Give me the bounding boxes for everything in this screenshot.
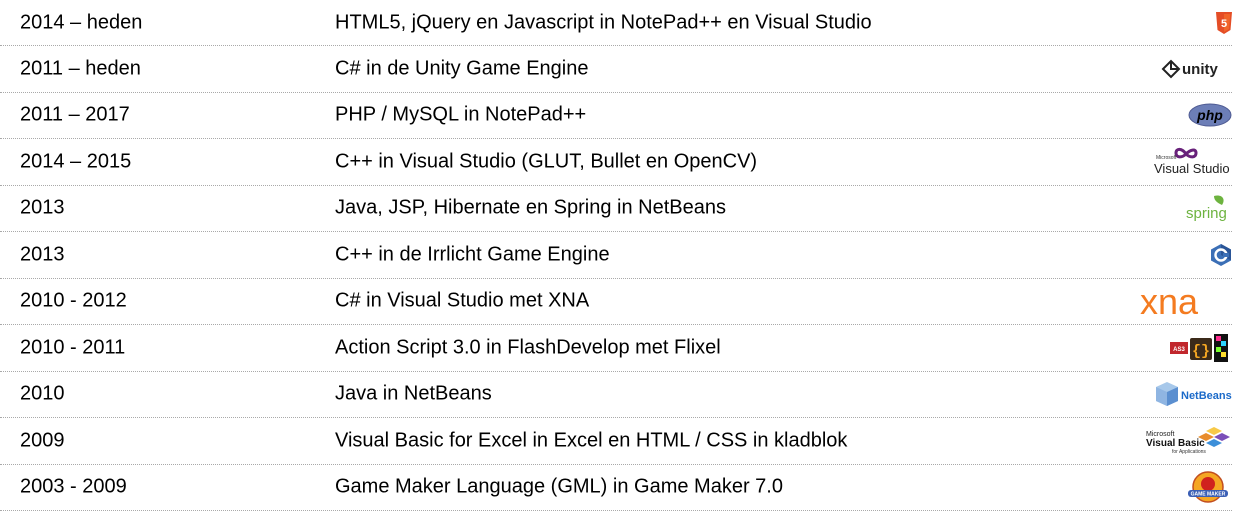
description-cell: C++ in Visual Studio (GLUT, Bullet en Op… (335, 150, 758, 173)
table-row: 2010 - 2012 C# in Visual Studio met XNA … (0, 279, 1232, 325)
table-row: 2010 - 2011 Action Script 3.0 in FlashDe… (0, 325, 1232, 372)
description-cell: PHP / MySQL in NotePad++ (335, 103, 587, 126)
table-row: 2014 – heden HTML5, jQuery en Javascript… (0, 0, 1232, 46)
description-cell: C# in Visual Studio met XNA (335, 289, 590, 312)
cpp-icon (1122, 232, 1232, 278)
svg-text:Visual Basic: Visual Basic (1146, 438, 1205, 449)
spring-logo: spring (1122, 186, 1232, 232)
svg-text:AS3: AS3 (1173, 347, 1185, 353)
svg-text:GAME MAKER: GAME MAKER (1191, 492, 1226, 498)
game-maker-logo: GAME MAKER (1122, 465, 1232, 511)
netbeans-logo: NetBeans (1122, 372, 1232, 418)
table-row: 2011 – 2017 PHP / MySQL in NotePad++ php (0, 93, 1232, 139)
table-row: 2013 C++ in de Irrlicht Game Engine (0, 232, 1232, 279)
description-cell: Java, JSP, Hibernate en Spring in NetBea… (335, 196, 726, 219)
years-cell: 2010 (20, 382, 65, 405)
description-cell: C++ in de Irrlicht Game Engine (335, 243, 610, 266)
svg-text:5: 5 (1221, 18, 1227, 30)
svg-text:unity: unity (1182, 61, 1218, 78)
experience-table: 2014 – heden HTML5, jQuery en Javascript… (0, 0, 1239, 511)
table-row: 2013 Java, JSP, Hibernate en Spring in N… (0, 186, 1232, 232)
years-cell: 2011 – heden (20, 57, 141, 80)
description-cell: Java in NetBeans (335, 382, 492, 405)
php-logo: php (1122, 93, 1232, 139)
years-cell: 2010 - 2011 (20, 336, 126, 359)
svg-text:for Applications: for Applications (1172, 449, 1206, 455)
svg-text:xna: xna (1140, 284, 1199, 318)
table-row: 2003 - 2009 Game Maker Language (GML) in… (0, 465, 1232, 511)
description-cell: C# in de Unity Game Engine (335, 57, 589, 80)
years-cell: 2003 - 2009 (20, 475, 127, 498)
description-cell: Game Maker Language (GML) in Game Maker … (335, 475, 783, 498)
table-row: 2010 Java in NetBeans NetBeans (0, 372, 1232, 418)
description-cell: HTML5, jQuery en Javascript in NotePad++… (335, 11, 872, 33)
svg-text:Microsoft: Microsoft (1146, 431, 1174, 438)
visual-studio-logo: Microsoft Visual Studio (1122, 139, 1232, 185)
xna-logo: xna (1122, 279, 1232, 325)
svg-text:NetBeans: NetBeans (1181, 390, 1232, 402)
description-cell: Action Script 3.0 in FlashDevelop met Fl… (335, 336, 721, 359)
table-row: 2009 Visual Basic for Excel in Excel en … (0, 418, 1232, 465)
table-row: 2014 – 2015 C++ in Visual Studio (GLUT, … (0, 139, 1232, 186)
years-cell: 2013 (20, 196, 65, 219)
svg-text:{}: {} (1192, 343, 1210, 360)
years-cell: 2014 – 2015 (20, 150, 132, 173)
years-cell: 2011 – 2017 (20, 103, 130, 126)
table-row: 2011 – heden C# in de Unity Game Engine … (0, 46, 1232, 93)
visual-basic-logo: Microsoft Visual Basic for Applications (1122, 418, 1232, 464)
html5-icon: 5 (1122, 0, 1232, 45)
unity-logo: unity (1122, 46, 1232, 92)
as3-flashdevelop-flixel-icons: AS3 {} (1122, 325, 1232, 371)
years-cell: 2014 – heden (20, 11, 143, 33)
years-cell: 2009 (20, 429, 65, 452)
description-cell: Visual Basic for Excel in Excel en HTML … (335, 429, 848, 452)
svg-text:spring: spring (1186, 205, 1227, 222)
svg-text:Visual Studio: Visual Studio (1154, 161, 1230, 176)
years-cell: 2010 - 2012 (20, 289, 127, 312)
svg-text:php: php (1196, 107, 1223, 123)
years-cell: 2013 (20, 243, 65, 266)
